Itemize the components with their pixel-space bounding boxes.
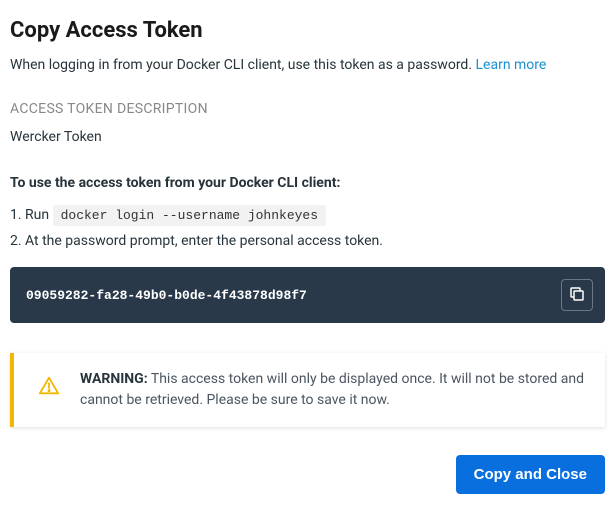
dialog-subtitle: When logging in from your Docker CLI cli… (10, 57, 605, 73)
copy-token-button[interactable] (561, 279, 593, 311)
copy-icon (568, 285, 586, 306)
dialog-title: Copy Access Token (10, 18, 605, 43)
instruction-step-1: 1. Run docker login --username johnkeyes (10, 207, 605, 223)
step1-prefix: 1. Run (10, 207, 53, 223)
dialog-footer: Copy and Close (10, 455, 605, 494)
warning-icon (38, 369, 60, 401)
warning-box: WARNING: This access token will only be … (10, 353, 605, 427)
warning-label: WARNING: (80, 371, 148, 387)
login-command-code: docker login --username johnkeyes (53, 205, 326, 226)
subtitle-text: When logging in from your Docker CLI cli… (10, 57, 476, 73)
copy-and-close-button[interactable]: Copy and Close (456, 455, 605, 494)
token-value: 09059282-fa28-49b0-b0de-4f43878d98f7 (26, 288, 561, 303)
instructions-heading: To use the access token from your Docker… (10, 175, 605, 191)
description-label: ACCESS TOKEN DESCRIPTION (10, 101, 605, 117)
warning-text: WARNING: This access token will only be … (80, 369, 587, 411)
instruction-step-2: 2. At the password prompt, enter the per… (10, 233, 605, 249)
learn-more-link[interactable]: Learn more (476, 57, 547, 73)
token-display-box: 09059282-fa28-49b0-b0de-4f43878d98f7 (10, 267, 605, 323)
warning-body: This access token will only be displayed… (80, 371, 584, 408)
description-value: Wercker Token (10, 129, 605, 145)
